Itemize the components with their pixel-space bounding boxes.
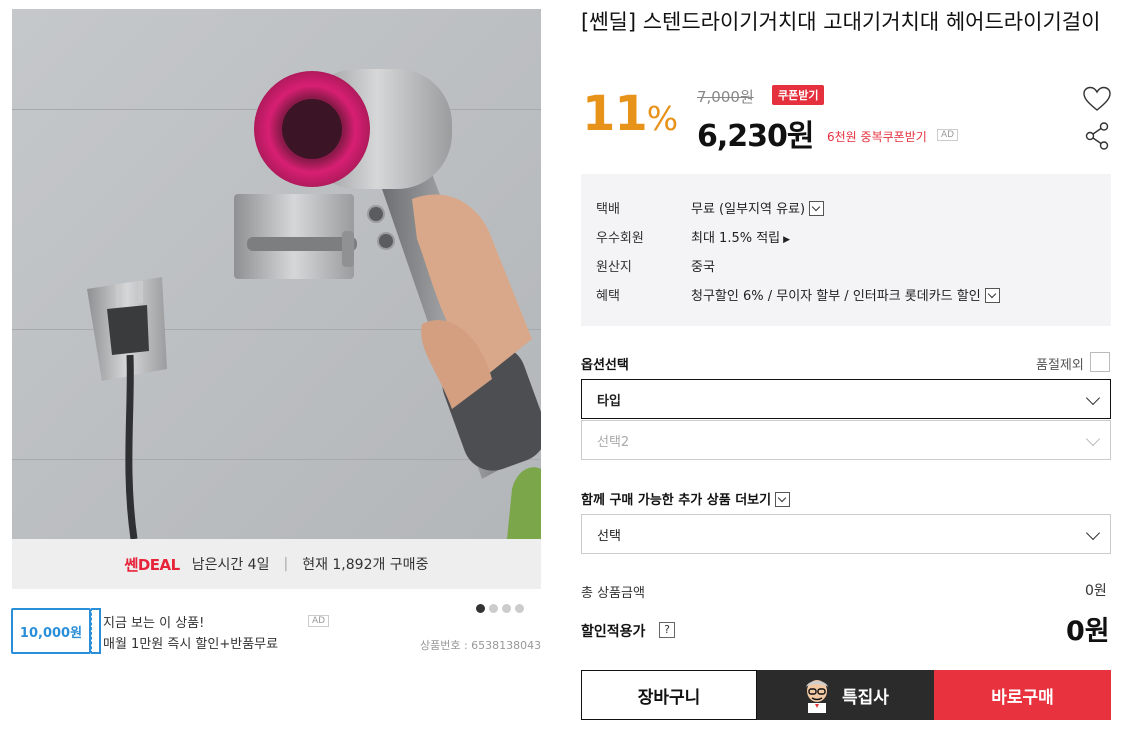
- info-row-origin: 원산지 중국: [596, 256, 715, 275]
- original-price: 7,000원: [697, 88, 754, 106]
- addon-select-value: 선택: [597, 528, 621, 544]
- option-select-label: 옵션선택: [581, 358, 629, 373]
- info-row-member: 우수회원 최대 1.5% 적립 ▶: [596, 227, 790, 246]
- special-buy-button[interactable]: 특집사: [757, 670, 934, 720]
- shipping-info-box: 택배 무료 (일부지역 유료) 우수회원 최대 1.5% 적립 ▶ 원산지 중국 …: [581, 174, 1111, 326]
- purchase-count: 현재 1,892개 구매중: [302, 557, 429, 573]
- help-icon[interactable]: ?: [659, 622, 675, 638]
- chevron-down-icon[interactable]: [984, 288, 1000, 303]
- type-select[interactable]: 타입: [581, 379, 1111, 419]
- hair-dryer-holder-photo: [12, 9, 541, 539]
- shipping-value: 무료 (일부지역 유료): [691, 202, 806, 217]
- coupon-stub: [91, 608, 101, 654]
- info-key: 택배: [596, 202, 620, 217]
- caret-right-icon: ▶: [783, 235, 791, 245]
- chevron-down-icon: [1085, 525, 1101, 541]
- product-title: [쎈딜] 스텐드라이기거치대 고대기거치대 헤어드라이기걸이: [581, 10, 1101, 34]
- discounted-price-label: 할인적용가: [581, 624, 646, 640]
- info-value: 중국: [691, 260, 715, 275]
- addon-label-text: 함께 구매 가능한 추가 상품 더보기: [581, 493, 772, 508]
- ad-badge: AD: [937, 129, 959, 141]
- info-key: 혜택: [596, 289, 620, 304]
- info-row-shipping: 택배 무료 (일부지역 유료): [596, 198, 825, 217]
- info-value[interactable]: 최대 1.5% 적립 ▶: [691, 227, 790, 246]
- option2-select[interactable]: 선택2: [581, 420, 1111, 460]
- coupon-ad-line2: 매월 1만원 즉시 할인+반품무료: [103, 637, 279, 652]
- deal-info-bar: 쎈DEAL 남은시간 4일 | 현재 1,892개 구매중: [12, 539, 541, 589]
- member-point-value: 최대 1.5% 적립: [691, 231, 781, 246]
- carousel-dot[interactable]: [476, 604, 485, 613]
- type-select-value: 타입: [597, 393, 621, 409]
- discount-percent-value: 11: [582, 86, 648, 142]
- sdeal-logo: 쎈DEAL: [124, 555, 181, 574]
- percent-sign: %: [646, 99, 678, 138]
- benefit-value: 청구할인 6% / 무이자 할부 / 인터파크 롯데카드 할인: [691, 289, 981, 304]
- exclude-soldout-label: 품절제외: [1036, 358, 1084, 373]
- carousel-dot[interactable]: [515, 604, 524, 613]
- product-image[interactable]: [12, 9, 541, 539]
- chevron-down-icon[interactable]: [809, 201, 825, 216]
- addon-products-toggle[interactable]: 함께 구매 가능한 추가 상품 더보기: [581, 489, 791, 508]
- heart-icon[interactable]: [1083, 86, 1111, 112]
- add-to-cart-button[interactable]: 장바구니: [581, 670, 757, 720]
- carousel-dot[interactable]: [489, 604, 498, 613]
- carousel-dot[interactable]: [502, 604, 511, 613]
- info-row-benefit: 혜택 청구할인 6% / 무이자 할부 / 인터파크 롯데카드 할인: [596, 285, 1000, 304]
- chevron-down-icon: [1085, 431, 1101, 447]
- ad-badge: AD: [308, 615, 330, 627]
- info-value: 청구할인 6% / 무이자 할부 / 인터파크 롯데카드 할인: [691, 285, 1000, 304]
- special-buy-label: 특집사: [842, 687, 889, 708]
- product-number: 상품번호 : 6538138043: [420, 639, 542, 652]
- total-price-label: 총 상품금액: [581, 586, 645, 601]
- mascot-icon: [806, 680, 829, 713]
- total-price-value: 0원: [1085, 583, 1107, 599]
- discounted-price-value: 0원: [1066, 616, 1110, 647]
- carousel-dots: [476, 604, 524, 613]
- coupon-amount: 10,000원: [11, 608, 91, 654]
- info-key: 원산지: [596, 260, 632, 275]
- chevron-down-icon: [1085, 390, 1101, 406]
- remaining-time: 남은시간 4일: [191, 557, 270, 573]
- addon-select[interactable]: 선택: [581, 514, 1111, 554]
- coupon-ad-banner[interactable]: 10,000원 지금 보는 이 상품! 매월 1만원 즉시 할인+반품무료 AD: [11, 608, 331, 654]
- duplicate-coupon-link[interactable]: 6천원 중복쿠폰받기: [827, 128, 927, 145]
- coupon-button[interactable]: 쿠폰받기: [772, 85, 825, 105]
- coupon-ad-line1: 지금 보는 이 상품!: [103, 616, 205, 631]
- share-icon[interactable]: [1085, 122, 1109, 150]
- sale-price: 6,230원: [697, 119, 814, 154]
- separator: |: [283, 556, 289, 572]
- discount-percent: 11%: [582, 86, 678, 142]
- option2-select-value: 선택2: [597, 434, 630, 450]
- buy-now-button[interactable]: 바로구매: [934, 670, 1111, 720]
- info-key: 우수회원: [596, 231, 644, 246]
- exclude-soldout-checkbox[interactable]: [1090, 352, 1110, 372]
- info-value: 무료 (일부지역 유료): [691, 198, 825, 217]
- chevron-down-icon: [775, 492, 791, 507]
